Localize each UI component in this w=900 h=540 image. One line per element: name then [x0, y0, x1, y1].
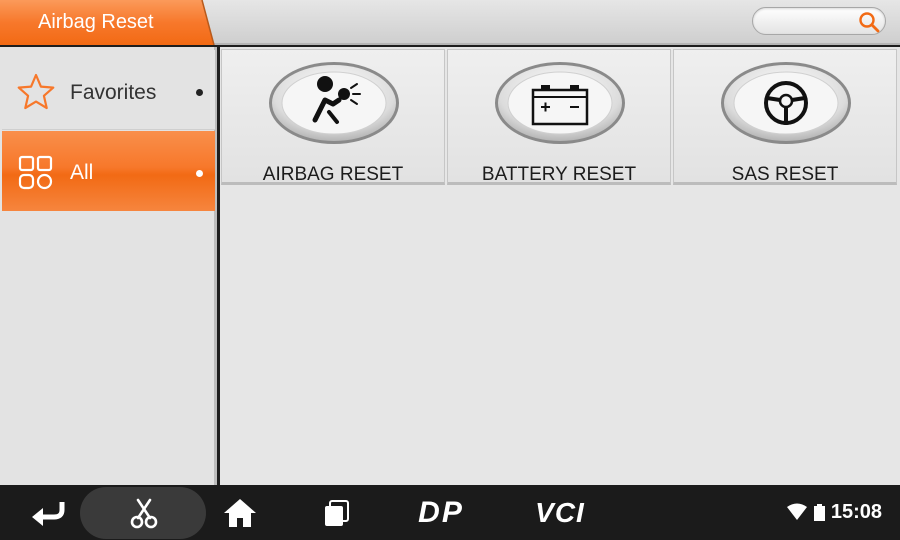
airbag-reset-tile[interactable]: AIRBAG RESET — [221, 49, 445, 185]
sidebar-item-favorites[interactable]: Favorites — [2, 50, 215, 130]
scissors-icon — [130, 498, 158, 528]
steering-wheel-icon — [721, 62, 851, 144]
title-tab: Airbag Reset — [0, 0, 215, 45]
battery-reset-tile[interactable]: BATTERY RESET — [447, 49, 671, 185]
sidebar-item-label: Favorites — [70, 81, 157, 104]
recent-apps-icon — [325, 499, 349, 526]
back-icon — [32, 501, 65, 526]
sidebar-item-label: All — [70, 161, 94, 184]
star-icon — [16, 72, 56, 112]
screenshot-button[interactable] — [122, 485, 166, 540]
status-icons — [787, 503, 829, 528]
system-nav-bar: DP VCI 15:08 — [0, 485, 900, 540]
battery-icon — [495, 62, 625, 144]
sidebar-item-all[interactable]: All — [2, 131, 215, 211]
sidebar: Favorites All — [0, 47, 217, 485]
vci-button[interactable]: VCI — [526, 485, 594, 540]
sas-reset-tile[interactable]: SAS RESET — [673, 49, 897, 185]
home-icon — [224, 498, 256, 527]
tile-label: BATTERY RESET — [481, 164, 637, 185]
sidebar-item-dot — [196, 89, 203, 96]
header-bar: Airbag Reset — [0, 0, 900, 45]
page-title: Airbag Reset — [38, 11, 154, 33]
tile-label: AIRBAG RESET — [262, 164, 404, 185]
airbag-icon — [269, 62, 399, 144]
vci-icon: VCI — [535, 496, 585, 528]
search-input[interactable] — [763, 12, 853, 30]
search-box[interactable] — [752, 7, 886, 35]
recent-apps-button[interactable] — [314, 485, 358, 540]
back-button[interactable] — [26, 485, 70, 540]
grid-icon — [16, 153, 56, 193]
battery-status-icon — [814, 504, 825, 521]
search-icon[interactable] — [857, 10, 881, 34]
function-grid: AIRBAG RESET BATTERY RESET SAS RESET — [220, 47, 900, 485]
home-button[interactable] — [218, 485, 262, 540]
dp-icon: DP — [418, 495, 464, 529]
sidebar-item-dot — [196, 170, 203, 177]
clock: 15:08 — [830, 501, 882, 523]
wifi-icon — [787, 503, 807, 520]
tile-label: SAS RESET — [731, 164, 839, 185]
dp-button[interactable]: DP — [410, 485, 472, 540]
